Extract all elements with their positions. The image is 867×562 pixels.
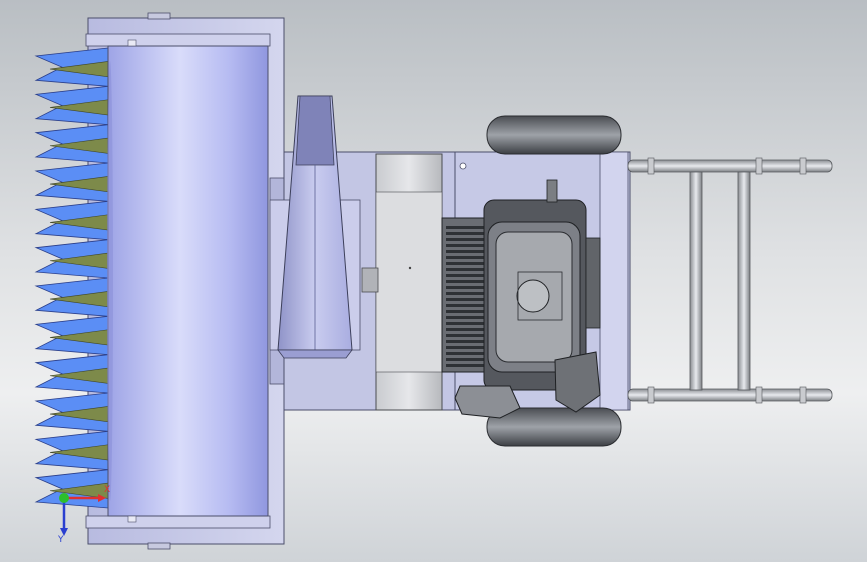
cooling-fin <box>446 352 484 355</box>
cad-viewport[interactable]: X Y <box>0 0 867 562</box>
cooling-fin <box>446 268 484 271</box>
cooling-fin <box>446 304 484 307</box>
cooling-fin <box>446 244 484 247</box>
triad-origin <box>59 493 69 503</box>
y-axis-label: Y <box>57 535 64 545</box>
cooling-fin <box>446 286 484 289</box>
auger-drum[interactable] <box>107 39 269 523</box>
cooling-fin <box>446 364 484 367</box>
cooling-fin <box>446 292 484 295</box>
x-axis-label: X <box>104 485 110 495</box>
wheel-top[interactable] <box>486 115 622 155</box>
cooling-fin <box>446 262 484 265</box>
cooling-fin <box>446 256 484 259</box>
cooling-fin <box>446 232 484 235</box>
cooling-fin <box>446 328 484 331</box>
cooling-fin <box>446 322 484 325</box>
cooling-fin <box>446 310 484 313</box>
cooling-fin <box>446 340 484 343</box>
cooling-fin <box>446 280 484 283</box>
handlebar[interactable] <box>627 157 833 404</box>
cooling-fin <box>446 316 484 319</box>
cooling-fin <box>446 250 484 253</box>
cooling-fin <box>446 298 484 301</box>
cooling-fin <box>446 238 484 241</box>
cooling-fin <box>446 334 484 337</box>
cooling-fin <box>446 346 484 349</box>
cooling-fin <box>446 226 484 229</box>
cooling-fin <box>446 358 484 361</box>
discharge-chute[interactable] <box>277 95 353 359</box>
cooling-fin <box>446 274 484 277</box>
